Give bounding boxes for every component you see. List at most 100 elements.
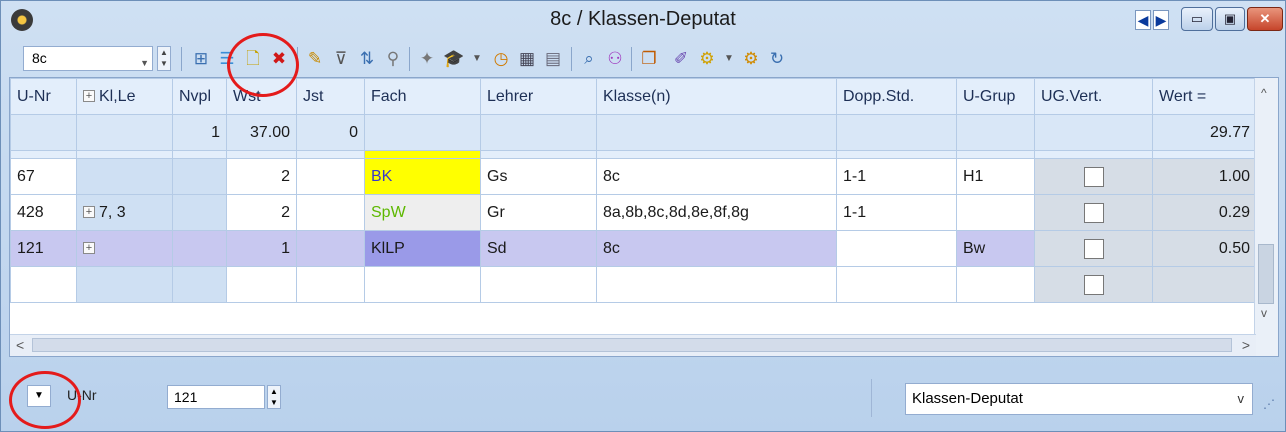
col-header[interactable]: Jst: [296, 78, 365, 115]
cell[interactable]: 1-1: [836, 194, 957, 231]
cell[interactable]: [172, 266, 227, 303]
clock-icon[interactable]: ◷: [491, 49, 511, 69]
cell[interactable]: 2: [226, 158, 297, 195]
class-spinner[interactable]: ▲ ▼: [157, 46, 171, 71]
col-header[interactable]: Dopp.Std.: [836, 78, 957, 115]
col-header[interactable]: Nvpl: [172, 78, 227, 115]
chevron-down-icon[interactable]: ▼: [719, 49, 739, 69]
wizard-icon[interactable]: ✦: [417, 49, 437, 69]
close-button[interactable]: ✕: [1247, 7, 1283, 31]
prev-window-icon[interactable]: ◀: [1135, 10, 1151, 30]
link-icon[interactable]: ⚲: [383, 49, 403, 69]
cell[interactable]: [76, 266, 173, 303]
col-header[interactable]: Lehrer: [480, 78, 597, 115]
cell[interactable]: +: [76, 230, 173, 267]
sort-value-spinner[interactable]: ▲ ▼: [267, 385, 281, 409]
cell[interactable]: 67: [10, 158, 77, 195]
next-window-icon[interactable]: ▶: [1153, 10, 1169, 30]
sort-value-input[interactable]: 121: [167, 385, 265, 409]
table-row[interactable]: 428 +7, 3 2 SpW Gr 8a,8b,8c,8d,8e,8f,8g …: [10, 194, 1257, 231]
resize-grip-icon[interactable]: ⋰: [1263, 397, 1275, 411]
cell[interactable]: 1: [226, 230, 297, 267]
expand-icon[interactable]: +: [83, 90, 95, 103]
cell[interactable]: [296, 266, 365, 303]
cell[interactable]: SpW: [364, 194, 481, 231]
sort-icon[interactable]: ⇅: [357, 49, 377, 69]
table-row-selected[interactable]: 121 + 1 KlLP Sd 8c Bw 0.50: [10, 230, 1257, 267]
cell[interactable]: [76, 158, 173, 195]
cell[interactable]: [172, 158, 227, 195]
cell[interactable]: [296, 230, 365, 267]
cell[interactable]: [956, 194, 1035, 231]
table-row-empty[interactable]: [10, 266, 1257, 303]
view-select[interactable]: Klassen-Deputat v: [905, 383, 1253, 415]
col-header[interactable]: Klasse(n): [596, 78, 837, 115]
cell[interactable]: 1-1: [836, 158, 957, 195]
maximize-button[interactable]: ▣: [1215, 7, 1245, 31]
cell[interactable]: 8c: [596, 230, 837, 267]
scroll-thumb[interactable]: [32, 338, 1232, 352]
cell[interactable]: 8a,8b,8c,8d,8e,8f,8g: [596, 194, 837, 231]
class-select[interactable]: 8c ▼: [23, 46, 153, 71]
refresh-icon[interactable]: ↻: [767, 49, 787, 69]
scroll-right-icon[interactable]: >: [1242, 337, 1250, 353]
cell[interactable]: [596, 266, 837, 303]
cell[interactable]: H1: [956, 158, 1035, 195]
cell[interactable]: 8c: [596, 158, 837, 195]
minimize-button[interactable]: ▭: [1181, 7, 1213, 31]
edit-icon[interactable]: ✎: [305, 49, 325, 69]
cell[interactable]: Gs: [480, 158, 597, 195]
col-header[interactable]: UG.Vert.: [1034, 78, 1153, 115]
cell[interactable]: [480, 266, 597, 303]
gear-icon[interactable]: ⚙: [741, 49, 761, 69]
col-header[interactable]: Fach: [364, 78, 481, 115]
people-icon[interactable]: ⚇: [605, 49, 625, 69]
cell[interactable]: Bw: [956, 230, 1035, 267]
cell[interactable]: [172, 194, 227, 231]
col-header[interactable]: U-Grup: [956, 78, 1035, 115]
col-header[interactable]: + Kl,Le: [76, 78, 173, 115]
cell[interactable]: 2: [226, 194, 297, 231]
table-row[interactable]: 67 2 BK Gs 8c 1-1 H1 1.00: [10, 158, 1257, 195]
cell[interactable]: KlLP: [364, 230, 481, 267]
col-header[interactable]: U-Nr: [10, 78, 77, 115]
cell[interactable]: [836, 266, 957, 303]
graduation-cap-icon[interactable]: 🎓: [443, 49, 464, 69]
copy-icon[interactable]: ❐: [639, 49, 659, 69]
chevron-down-icon[interactable]: ▼: [140, 52, 149, 75]
vertical-scrollbar[interactable]: ^ v: [1254, 78, 1278, 356]
ug-vert-checkbox[interactable]: [1083, 238, 1104, 259]
cell[interactable]: [296, 194, 365, 231]
cell[interactable]: [836, 230, 957, 267]
ug-vert-checkbox[interactable]: [1083, 166, 1104, 187]
cell[interactable]: Sd: [480, 230, 597, 267]
expand-icon[interactable]: +: [83, 206, 95, 219]
grid-layout-icon[interactable]: ⊞: [191, 49, 211, 69]
cell[interactable]: [296, 158, 365, 195]
palette-icon[interactable]: ✐: [671, 49, 691, 69]
cell[interactable]: +7, 3: [76, 194, 173, 231]
ug-vert-checkbox[interactable]: [1083, 202, 1104, 223]
scroll-down-icon[interactable]: v: [1261, 306, 1267, 320]
calendar-icon[interactable]: ▦: [517, 49, 537, 69]
scroll-up-icon[interactable]: ^: [1261, 86, 1267, 100]
ug-vert-checkbox[interactable]: [1083, 274, 1104, 295]
scroll-thumb[interactable]: [1258, 244, 1274, 304]
expand-icon[interactable]: +: [83, 242, 95, 255]
cell[interactable]: 428: [10, 194, 77, 231]
cell[interactable]: [10, 266, 77, 303]
cell[interactable]: 121: [10, 230, 77, 267]
filter-icon[interactable]: ⊽: [331, 49, 351, 69]
search-icon[interactable]: ⌕: [579, 49, 599, 69]
cell[interactable]: [226, 266, 297, 303]
chevron-down-icon[interactable]: v: [1238, 384, 1245, 414]
cell[interactable]: BK: [364, 158, 481, 195]
settings-page-icon[interactable]: ⚙: [697, 49, 717, 69]
cell[interactable]: Gr: [480, 194, 597, 231]
cell[interactable]: [956, 266, 1035, 303]
horizontal-scrollbar[interactable]: < >: [10, 334, 1256, 356]
cell[interactable]: [364, 266, 481, 303]
scroll-left-icon[interactable]: <: [16, 337, 24, 353]
table-icon[interactable]: ▤: [543, 49, 563, 69]
col-header[interactable]: Wert =: [1152, 78, 1257, 115]
